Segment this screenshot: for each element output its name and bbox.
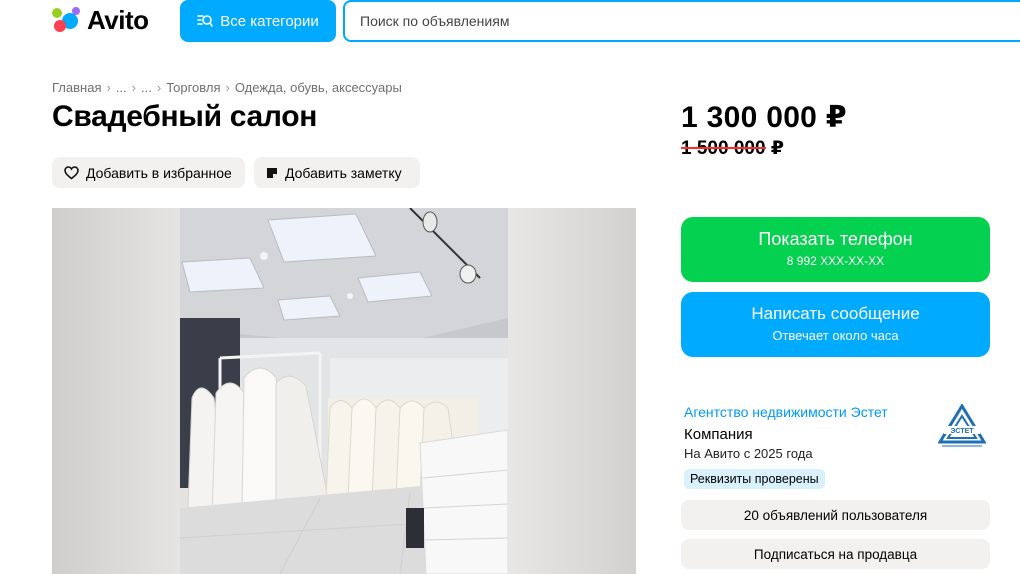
write-message-label: Написать сообщение [751, 304, 920, 323]
photo-blur-left [52, 208, 180, 574]
add-to-favorites-button[interactable]: Добавить в избранное [52, 157, 245, 188]
categories-search-icon [197, 15, 214, 27]
seller-logo-icon[interactable]: ЭСТЕТ [938, 404, 986, 448]
photo-blur-right [508, 208, 636, 574]
add-note-label: Добавить заметку [285, 164, 402, 181]
search-bar[interactable] [343, 0, 1020, 42]
price: 1 300 000 ₽ [681, 101, 847, 134]
breadcrumb-item-trade[interactable]: Торговля [166, 80, 220, 95]
listing-title: Свадебный салон [52, 100, 318, 133]
logo-text: Avito [87, 4, 149, 35]
avito-logo[interactable]: Avito [50, 4, 149, 36]
listing-photo[interactable] [180, 208, 508, 574]
logo-dots-icon [50, 5, 84, 35]
breadcrumb-separator: › [225, 80, 230, 95]
breadcrumb-item-home[interactable]: Главная [52, 80, 101, 95]
phone-masked: 8 992 XXX-XX-XX [786, 254, 885, 268]
breadcrumb-item-collapsed[interactable]: ... [116, 80, 127, 95]
search-input[interactable] [360, 13, 1020, 29]
add-to-favorites-label: Добавить в избранное [86, 164, 232, 181]
breadcrumb-separator: › [106, 80, 111, 95]
all-categories-button[interactable]: Все категории [180, 0, 336, 42]
show-phone-label: Показать телефон [758, 229, 913, 249]
old-price: 1 500 000 ₽ [681, 137, 784, 160]
seller-name-link[interactable]: Агентство недвижимости Эстет [684, 404, 888, 420]
note-icon [267, 167, 277, 178]
seller-logo-text: ЭСТЕТ [950, 428, 974, 435]
add-note-button[interactable]: Добавить заметку [254, 157, 420, 188]
subscribe-seller-button[interactable]: Подписаться на продавца [681, 539, 990, 569]
show-phone-button[interactable]: Показать телефон 8 992 XXX-XX-XX [681, 217, 990, 282]
breadcrumb-item-collapsed[interactable]: ... [141, 80, 152, 95]
breadcrumb-separator: › [156, 80, 162, 95]
verified-badge: Реквизиты проверены [684, 469, 825, 489]
seller-type: Компания [684, 426, 753, 443]
breadcrumb-separator: › [131, 80, 137, 95]
old-price-strike [681, 147, 767, 149]
write-message-button[interactable]: Написать сообщение Отвечает около часа [681, 292, 990, 357]
all-categories-label: Все категории [220, 12, 319, 30]
seller-since: На Авито с 2025 года [684, 446, 813, 461]
heart-icon [64, 165, 79, 180]
breadcrumb-item-clothing[interactable]: Одежда, обувь, аксессуары [235, 80, 402, 95]
seller-ads-button[interactable]: 20 объявлений пользователя [681, 500, 990, 530]
listing-photo-gallery[interactable] [52, 208, 636, 574]
response-time: Отвечает около часа [772, 328, 899, 343]
breadcrumb: Главная › ... › ... › Торговля › Одежда,… [52, 80, 402, 95]
